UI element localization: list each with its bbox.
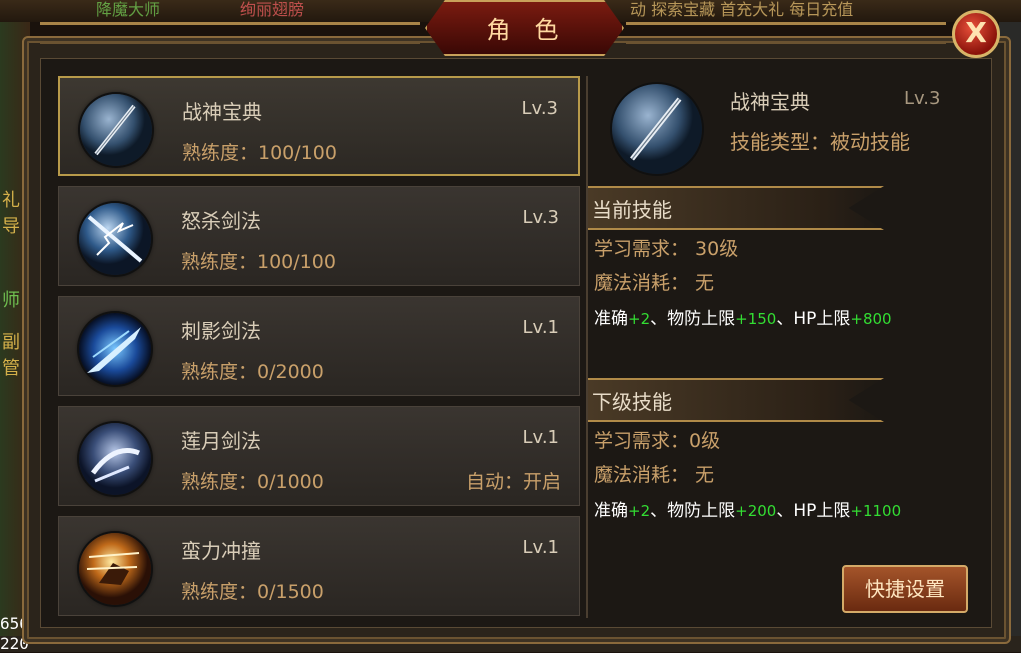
skill-level: Lv.1	[522, 317, 559, 338]
frame-ornament-right	[626, 22, 946, 44]
next-stats: 准确+2、物防上限+200、HP上限+1100	[594, 496, 901, 521]
moon-blade-orb-icon	[79, 423, 151, 495]
stat-label: 准确	[594, 501, 628, 521]
skill-level: Lv.1	[522, 537, 559, 558]
detail-skill-type: 技能类型：被动技能	[730, 130, 910, 154]
background-text-1: 降魔大师	[96, 0, 161, 19]
detail-skill-name: 战神宝典	[730, 90, 810, 114]
skill-level: Lv.3	[522, 207, 559, 228]
close-button[interactable]: X	[952, 10, 1000, 58]
skill-proficiency: 熟练度：0/1500	[181, 581, 324, 603]
stat-value: +800	[850, 310, 892, 328]
skill-level: Lv.1	[522, 427, 559, 448]
side-glyph-3: 师	[2, 290, 20, 311]
skill-name: 怒杀剑法	[181, 209, 261, 233]
side-glyph-5: 管	[2, 358, 20, 379]
background-text-3: 动 探索宝藏 首充大礼 每日充值	[630, 0, 854, 19]
skill-row[interactable]: 战神宝典 Lv.3 熟练度：100/100	[58, 76, 580, 176]
background-text-2: 绚丽翅膀	[240, 0, 305, 19]
next-mana-cost: 魔法消耗： 无	[594, 464, 715, 486]
skill-row[interactable]: 莲月剑法 Lv.1 熟练度：0/1000 自动：开启	[58, 406, 580, 506]
skill-row[interactable]: 蛮力冲撞 Lv.1 熟练度：0/1500	[58, 516, 580, 616]
skill-proficiency: 熟练度：0/2000	[181, 361, 324, 383]
skill-proficiency: 熟练度：100/100	[182, 142, 337, 164]
stat-label: 、HP上限	[776, 501, 851, 521]
stat-label: 、HP上限	[776, 309, 851, 329]
skill-row[interactable]: 怒杀剑法 Lv.3 熟练度：100/100	[58, 186, 580, 286]
charge-orb-icon	[79, 533, 151, 605]
skill-name: 莲月剑法	[181, 429, 261, 453]
selected-skill-icon	[612, 84, 702, 174]
stat-label: 准确	[594, 309, 628, 329]
next-skill-heading: 下级技能	[592, 390, 672, 414]
stat-value: +1100	[850, 502, 902, 520]
next-requirement: 学习需求：0级	[594, 430, 721, 452]
current-stats: 准确+2、物防上限+150、HP上限+800	[594, 304, 892, 329]
frame-ornament-left	[40, 22, 420, 44]
stat-label: 、物防上限	[650, 501, 736, 521]
current-requirement: 学习需求： 30级	[594, 238, 739, 260]
lightning-sword-orb-icon	[79, 203, 151, 275]
detail-skill-level: Lv.3	[904, 88, 941, 109]
skill-name: 蛮力冲撞	[181, 539, 261, 563]
window-title: 角色	[486, 16, 583, 44]
skill-level: Lv.3	[521, 98, 558, 119]
sword-orb-icon	[80, 94, 152, 166]
side-glyph-1: 礼	[2, 190, 20, 211]
skill-proficiency: 熟练度：0/1000	[181, 471, 324, 493]
stat-value: +200	[735, 502, 777, 520]
auto-cast-toggle[interactable]: 自动：开启	[466, 467, 561, 494]
stat-value: +2	[628, 502, 651, 520]
current-skill-heading: 当前技能	[592, 198, 672, 222]
shortcut-settings-button[interactable]: 快捷设置	[842, 565, 968, 613]
blue-slash-orb-icon	[79, 313, 151, 385]
stat-label: 、物防上限	[650, 309, 736, 329]
stat-value: +2	[628, 310, 651, 328]
skill-row[interactable]: 刺影剑法 Lv.1 熟练度：0/2000	[58, 296, 580, 396]
side-glyph-4: 副	[2, 332, 20, 353]
skill-proficiency: 熟练度：100/100	[181, 251, 336, 273]
stat-value: +150	[735, 310, 777, 328]
current-mana-cost: 魔法消耗： 无	[594, 272, 715, 294]
skill-name: 战神宝典	[182, 100, 262, 124]
skill-name: 刺影剑法	[181, 319, 261, 343]
panel-divider	[586, 76, 588, 618]
side-glyph-2: 导	[2, 216, 20, 237]
